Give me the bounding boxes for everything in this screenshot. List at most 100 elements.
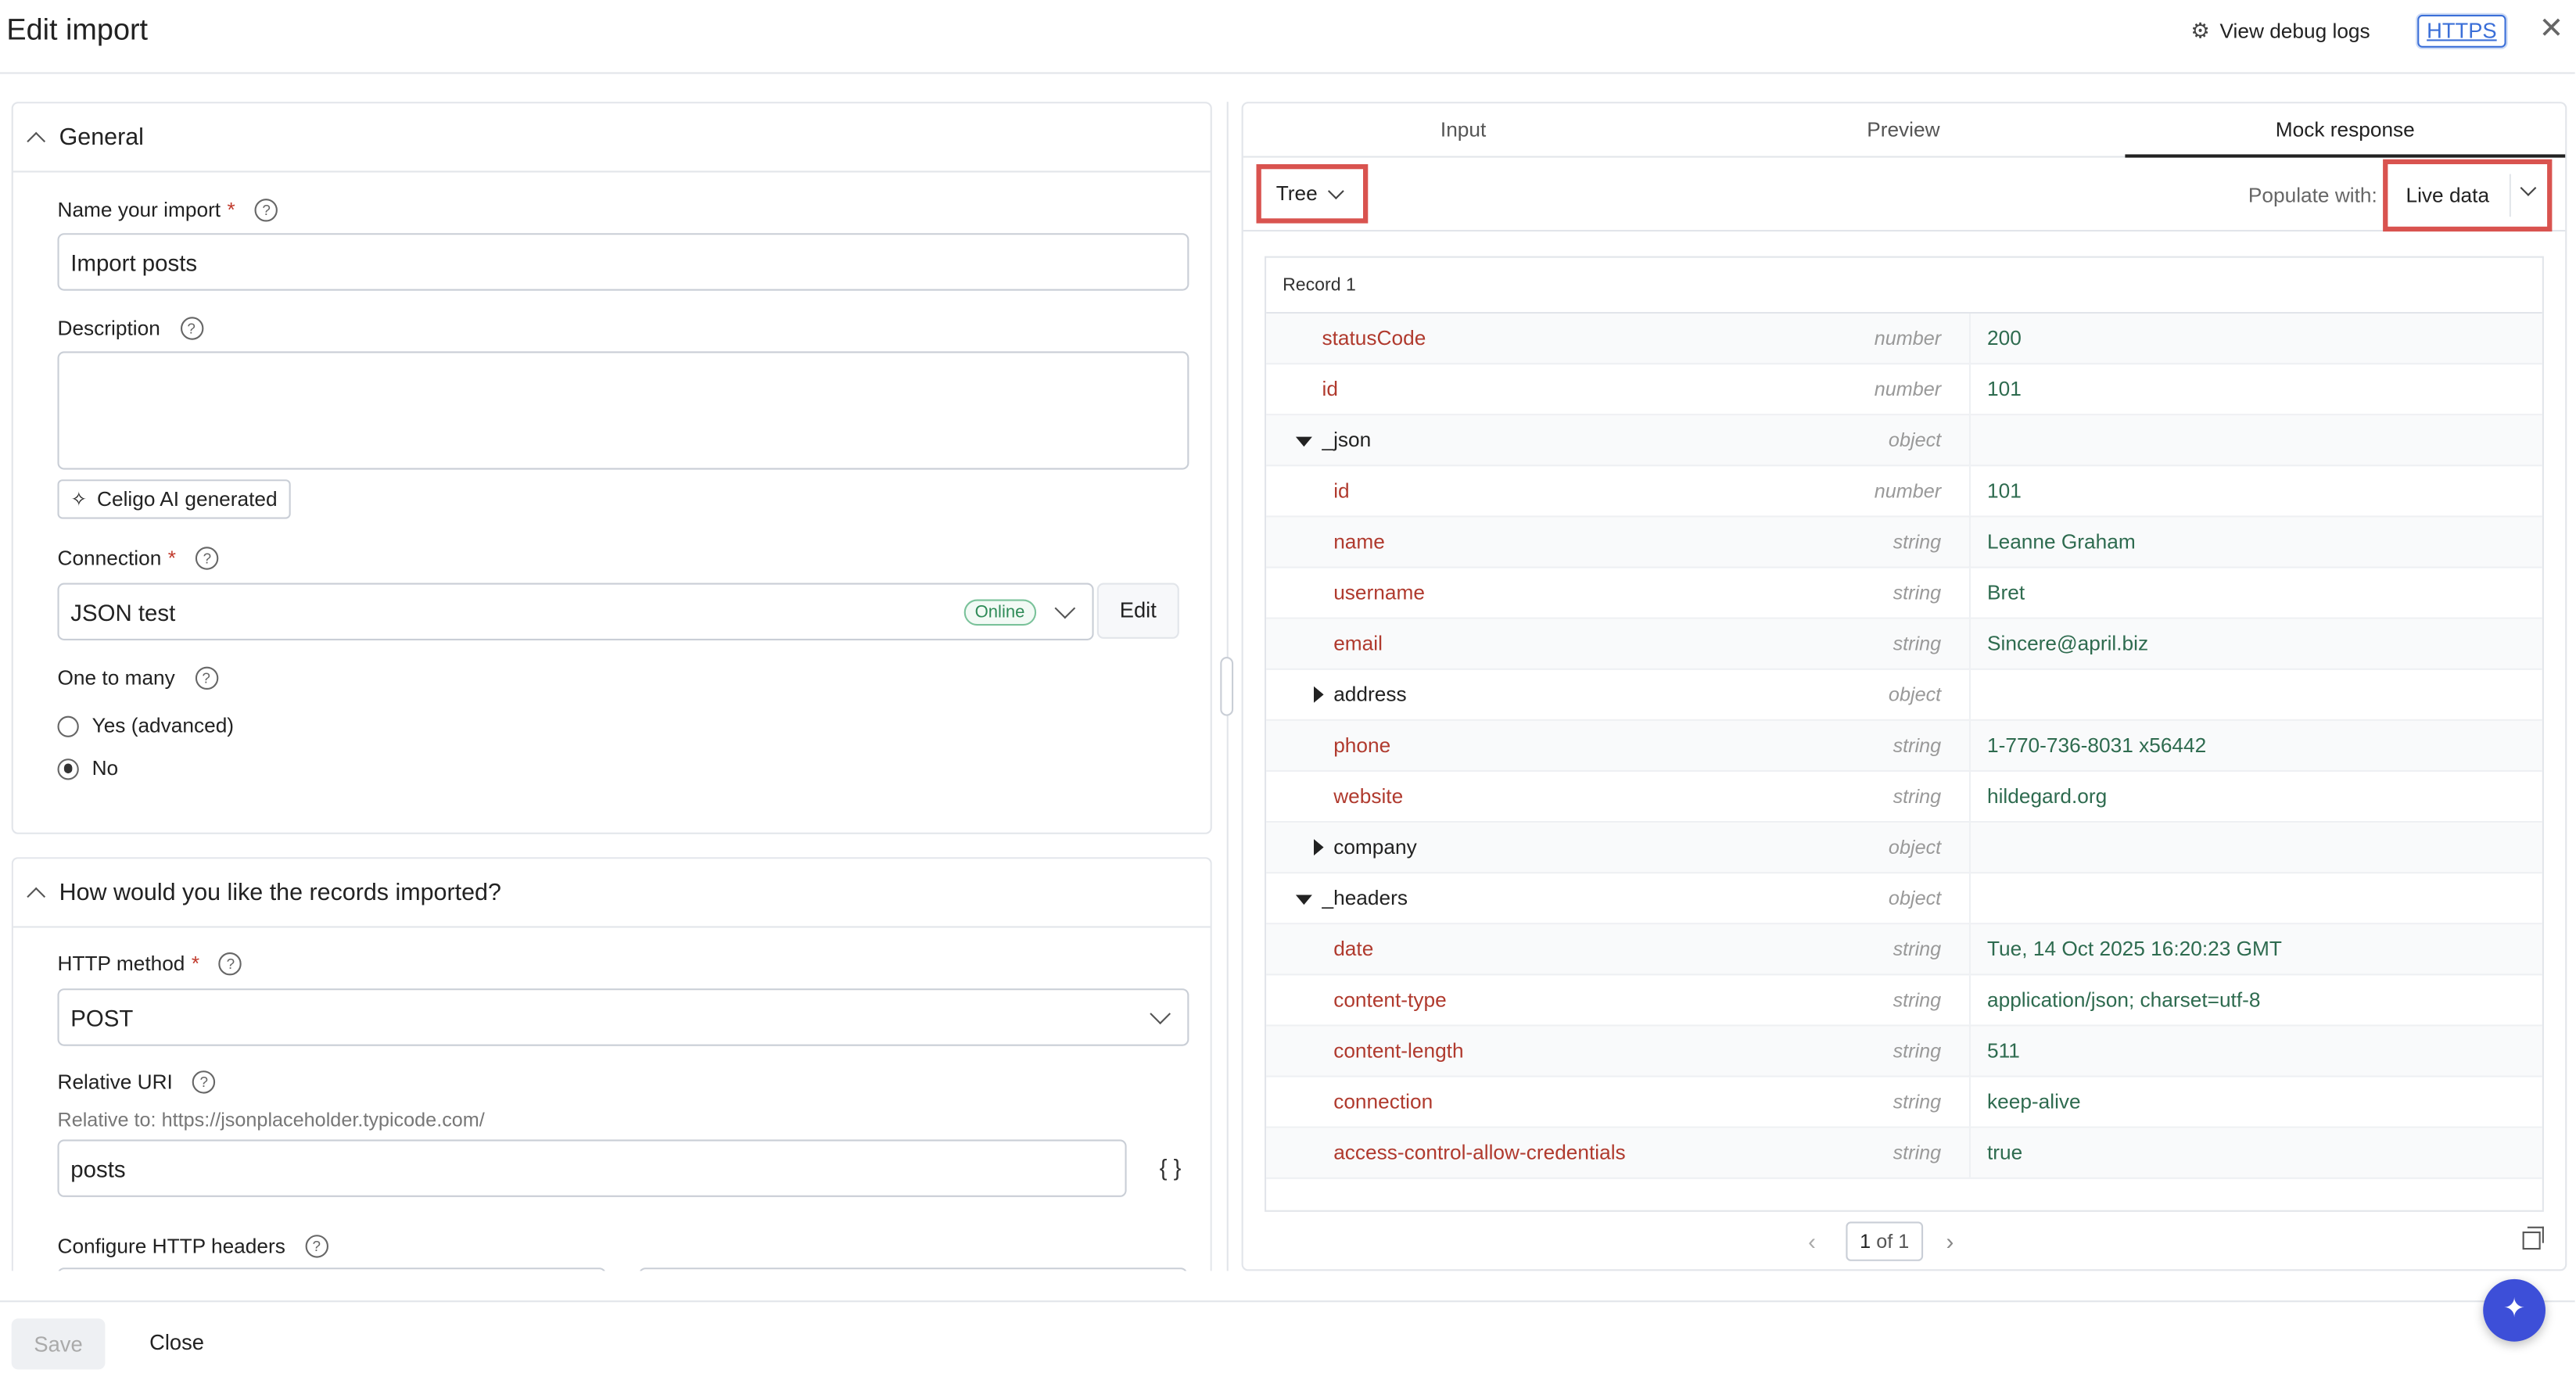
tree-key: company — [1333, 835, 1417, 859]
radio-yes-label: Yes (advanced) — [91, 714, 235, 737]
tree-row[interactable]: company object — [1266, 823, 2542, 874]
chevron-left-icon[interactable]: ‹ — [1808, 1228, 1816, 1255]
caret-right-icon[interactable] — [1313, 839, 1324, 856]
gear-icon: ⚙ — [2190, 18, 2210, 43]
column-divider — [1968, 720, 1971, 770]
sparkle-icon[interactable]: ✦ — [2483, 1278, 2546, 1342]
status-badge: Online — [963, 599, 1037, 626]
connection-label-text: Connection — [57, 547, 162, 570]
radio-no-label: No — [91, 757, 119, 780]
debug-label: View debug logs — [2219, 20, 2370, 43]
radio-no[interactable]: No — [57, 757, 119, 780]
tree-type: string — [1893, 938, 1942, 961]
column-divider — [1968, 1128, 1971, 1178]
tree-key: _json — [1322, 428, 1372, 452]
connection-value: JSON test — [70, 598, 176, 626]
view-mode-dropdown[interactable]: Tree — [1256, 163, 1369, 224]
tree-value: Sincere@april.biz — [1987, 632, 2149, 655]
expand-icon[interactable] — [2522, 1226, 2544, 1250]
edit-connection-button[interactable]: Edit — [1096, 583, 1179, 639]
tree-value: Tue, 14 Oct 2025 16:20:23 GMT — [1987, 938, 2282, 961]
tree-row: connection string keep-alive — [1266, 1077, 2542, 1128]
tree-row: username string Bret — [1266, 568, 2542, 619]
chevron-right-icon[interactable]: › — [1946, 1228, 1954, 1255]
tree-row[interactable]: address object — [1266, 669, 2542, 721]
records-section-header[interactable]: How would you like the records imported? — [13, 859, 1211, 928]
name-input[interactable]: Import posts — [57, 233, 1189, 291]
name-label-text: Name your import — [57, 199, 221, 222]
radio-button-selected[interactable] — [57, 758, 79, 780]
relative-uri-input[interactable]: posts — [57, 1139, 1127, 1197]
caret-down-icon[interactable] — [1295, 436, 1312, 447]
tab-bar: Input Preview Mock response — [1243, 103, 2566, 158]
help-icon[interactable]: ? — [219, 952, 242, 976]
caret-down-icon[interactable] — [1295, 895, 1312, 905]
sparkle-icon: ✧ — [70, 487, 88, 511]
tab-preview[interactable]: Preview — [1684, 103, 2124, 157]
connection-select[interactable]: JSON test Online — [57, 583, 1094, 640]
required-marker: * — [167, 547, 176, 570]
tree-value: 511 — [1987, 1039, 2020, 1063]
relative-uri-label-text: Relative URI — [57, 1070, 173, 1094]
description-label: Description ? — [58, 317, 203, 340]
view-debug-logs-button[interactable]: ⚙ View debug logs — [2190, 18, 2370, 45]
http-headers-label: Configure HTTP headers ? — [58, 1235, 328, 1258]
column-divider — [1968, 314, 1971, 364]
celigo-ai-button[interactable]: ✧ Celigo AI generated — [57, 479, 291, 519]
column-divider — [1968, 466, 1971, 516]
tree-key: website — [1333, 784, 1404, 809]
tree-row: date string Tue, 14 Oct 2025 16:20:23 GMT — [1266, 924, 2542, 976]
tree-row: access-control-allow-credentials string tr… — [1266, 1128, 2542, 1179]
save-button[interactable]: Save — [11, 1318, 106, 1370]
chevron-down-icon — [2520, 180, 2537, 196]
record-tree: Record 1 statusCode number 200 id number 101 _… — [1264, 256, 2544, 1212]
header-bar: Edit import ⚙ View debug logs HTTPS ✕ — [0, 0, 2575, 74]
http-method-select[interactable]: POST — [57, 988, 1189, 1046]
tree-row: content-type string application/json; char… — [1266, 975, 2542, 1027]
help-icon[interactable]: ? — [192, 1070, 216, 1094]
handlebars-editor-icon[interactable]: { } — [1160, 1154, 1182, 1181]
radio-button[interactable] — [57, 715, 79, 737]
help-icon[interactable]: ? — [305, 1235, 328, 1258]
description-textarea[interactable] — [57, 351, 1189, 470]
column-divider — [1968, 771, 1971, 821]
caret-right-icon[interactable] — [1313, 686, 1324, 703]
tree-key: id — [1322, 377, 1338, 401]
edit-import-dialog: Edit import ⚙ View debug logs HTTPS ✕ Ge… — [0, 0, 2575, 1384]
help-icon[interactable]: ? — [196, 547, 219, 570]
https-badge[interactable]: HTTPS — [2417, 14, 2506, 48]
tree-key: email — [1333, 632, 1383, 655]
current-page: 1 — [1860, 1229, 1871, 1253]
header-name-input[interactable] — [57, 1267, 606, 1271]
relative-uri-label: Relative URI ? — [57, 1070, 216, 1094]
header-value-input[interactable] — [638, 1267, 1188, 1271]
help-icon[interactable]: ? — [195, 666, 218, 690]
column-divider — [1968, 364, 1971, 414]
tree-row[interactable]: _headers object — [1266, 873, 2542, 925]
close-icon[interactable]: ✕ — [2539, 12, 2564, 46]
tree-row[interactable]: _json object — [1266, 415, 2542, 467]
populate-select[interactable]: Live data — [2383, 159, 2553, 232]
page-indicator[interactable]: 1 of 1 — [1846, 1221, 1924, 1261]
chevron-down-icon — [1054, 597, 1076, 619]
page-total: of 1 — [1876, 1229, 1910, 1253]
help-icon[interactable]: ? — [254, 199, 278, 222]
column-divider — [1968, 924, 1971, 974]
tree-type: string — [1893, 988, 1942, 1012]
tree-value: application/json; charset=utf-8 — [1987, 988, 2261, 1012]
resize-handle[interactable] — [1220, 656, 1234, 716]
tab-input[interactable]: Input — [1243, 103, 1684, 157]
help-icon[interactable]: ? — [180, 317, 203, 340]
tree-type: object — [1888, 683, 1942, 706]
tree-row: statusCode number 200 — [1266, 314, 2542, 365]
general-section-header[interactable]: General — [13, 103, 1211, 173]
radio-yes-advanced[interactable]: Yes (advanced) — [57, 714, 235, 737]
tree-type: string — [1893, 632, 1942, 655]
tree-row: phone string 1-770-736-8031 x56442 — [1266, 720, 2542, 772]
close-button[interactable]: Close — [149, 1330, 204, 1355]
tree-value: Bret — [1987, 581, 2025, 604]
tab-mock-response[interactable]: Mock response — [2125, 103, 2566, 158]
column-divider — [1968, 415, 1971, 465]
column-divider — [1968, 1077, 1971, 1127]
tree-type: string — [1893, 530, 1942, 554]
